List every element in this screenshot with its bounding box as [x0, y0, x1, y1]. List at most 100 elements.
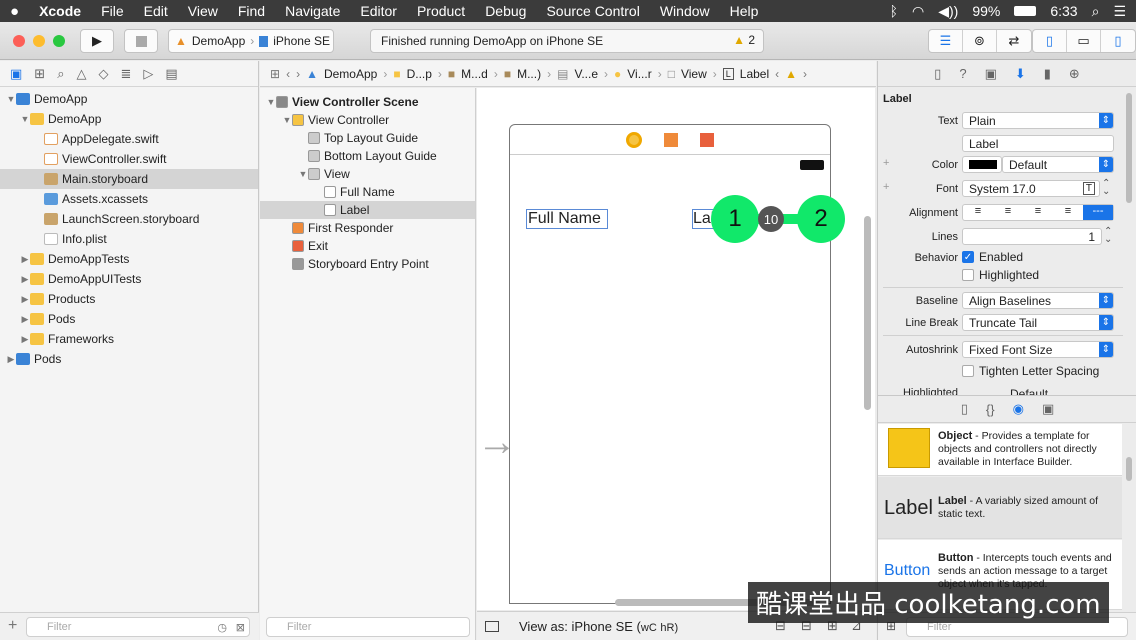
file-template-library-icon[interactable]: ▯ [961, 401, 968, 417]
exit-dock-icon[interactable] [700, 132, 714, 147]
version-editor-icon[interactable]: ⇄ [997, 30, 1031, 52]
file-tree-item[interactable]: ▶ Frameworks [0, 329, 258, 349]
quick-help-icon[interactable]: ? [959, 66, 966, 81]
breakpoint-navigator-icon[interactable]: ▷ [143, 66, 153, 82]
interface-builder-canvas[interactable]: Full Name Label 1 10 2 [477, 88, 875, 610]
project-navigator-icon[interactable]: ▣ [10, 66, 22, 82]
related-items-icon[interactable]: ⊞ [270, 67, 280, 81]
color-swatch[interactable] [962, 156, 1002, 173]
disclosure-closed-icon[interactable]: ▶ [6, 354, 16, 365]
close-window-button[interactable] [13, 35, 25, 47]
zoom-window-button[interactable] [53, 35, 65, 47]
clock-icon[interactable]: ◷ [217, 621, 227, 634]
disclosure-open-icon[interactable]: ▼ [266, 97, 276, 107]
disclosure-closed-icon[interactable]: ▶ [20, 314, 30, 325]
assistant-editor-icon[interactable]: ⊚ [963, 30, 997, 52]
file-inspector-icon[interactable]: ▯ [934, 66, 941, 82]
tighten-spacing-checkbox[interactable] [962, 365, 974, 377]
autoshrink-popup[interactable]: Fixed Font Size [962, 341, 1114, 358]
add-icon[interactable]: + [8, 617, 17, 635]
jump-item-view[interactable]: View [681, 67, 707, 81]
menu-editor[interactable]: Editor [350, 3, 407, 19]
file-tree-item[interactable]: ▶ Pods [0, 309, 258, 329]
font-picker-icon[interactable]: T [1082, 182, 1095, 195]
jump-item-folder[interactable]: D...p [407, 67, 432, 81]
issue-forward-icon[interactable]: › [803, 67, 807, 81]
file-tree-item[interactable]: ViewController.swift [0, 149, 258, 169]
size-inspector-icon[interactable]: ▮ [1044, 66, 1051, 82]
first-responder-dock-icon[interactable] [664, 132, 678, 147]
stop-button[interactable] [124, 29, 158, 53]
menu-window[interactable]: Window [650, 3, 720, 19]
find-navigator-icon[interactable]: ⌕ [57, 66, 64, 82]
outline-item[interactable]: Full Name [260, 183, 475, 201]
storyboard-entry-arrow[interactable]: → [477, 420, 517, 465]
jump-item-project[interactable]: DemoApp [324, 67, 377, 81]
disclosure-closed-icon[interactable]: ▶ [20, 254, 30, 265]
volume-icon[interactable]: ◀)) [938, 3, 958, 20]
font-field[interactable]: System 17.0 T [962, 180, 1100, 197]
editor-mode-control[interactable]: ☰ ⊚ ⇄ [928, 29, 1032, 53]
wifi-icon[interactable]: ◠ [912, 3, 924, 20]
library-scrollbar[interactable] [1126, 457, 1132, 481]
file-tree-item[interactable]: ▼ DemoApp [0, 109, 258, 129]
scheme-selector[interactable]: ▲ DemoApp › iPhone SE [168, 29, 334, 53]
full-name-label[interactable]: Full Name [526, 209, 608, 229]
disclosure-closed-icon[interactable]: ▶ [20, 294, 30, 305]
debug-navigator-icon[interactable]: ≣ [120, 66, 131, 82]
jump-item-scene[interactable]: V...e [574, 67, 598, 81]
spotlight-icon[interactable]: ⌕ [1092, 3, 1100, 20]
outline-item[interactable]: Bottom Layout Guide [260, 147, 475, 165]
align-justify-icon[interactable]: ≡ [1053, 205, 1083, 220]
align-center-icon[interactable]: ≡ [993, 205, 1023, 220]
clock[interactable]: 6:33 [1050, 3, 1077, 19]
activity-view[interactable]: Finished running DemoApp on iPhone SE ▲ … [370, 29, 764, 53]
outline-item[interactable]: Label [260, 201, 475, 219]
color-popup[interactable]: Default [1002, 156, 1114, 173]
toggle-utilities-icon[interactable]: ▯ [1101, 30, 1135, 52]
menu-help[interactable]: Help [720, 3, 769, 19]
disclosure-open-icon[interactable]: ▼ [298, 169, 308, 179]
lines-stepper[interactable]: ⌃ ⌄ [1104, 227, 1112, 245]
library-item-label[interactable]: Label Label - A variably sized amount of… [878, 477, 1122, 539]
scm-filter-icon[interactable]: ⊠ [236, 621, 245, 634]
standard-editor-icon[interactable]: ☰ [929, 30, 963, 52]
menu-product[interactable]: Product [407, 3, 475, 19]
warning-indicator[interactable]: ▲ 2 [733, 33, 755, 47]
outline-item[interactable]: ▼ View [260, 165, 475, 183]
highlighted-checkbox[interactable] [962, 269, 974, 281]
menu-navigate[interactable]: Navigate [275, 3, 350, 19]
outline-item[interactable]: Exit [260, 237, 475, 255]
alignment-control[interactable]: ≡ ≡ ≡ ≡ --- [962, 204, 1114, 221]
file-tree-item[interactable]: Assets.xcassets [0, 189, 258, 209]
report-navigator-icon[interactable]: ▤ [165, 66, 177, 82]
menu-find[interactable]: Find [228, 3, 275, 19]
object-library-icon[interactable]: ◉ [1013, 401, 1024, 417]
file-tree-item[interactable]: ▶ Products [0, 289, 258, 309]
view-controller-dock-icon[interactable] [626, 131, 642, 148]
file-tree-item[interactable]: ▶ Pods [0, 349, 258, 369]
run-button[interactable]: ▶ [80, 29, 114, 53]
file-tree-item[interactable]: AppDelegate.swift [0, 129, 258, 149]
issue-back-icon[interactable]: ‹ [775, 67, 779, 81]
issue-warning-icon[interactable]: ▲ [785, 67, 797, 81]
font-size-stepper[interactable]: ⌃ ⌄ [1102, 179, 1110, 197]
media-library-icon[interactable]: ▣ [1042, 401, 1054, 417]
toggle-outline-icon[interactable] [485, 620, 499, 632]
outline-item[interactable]: Top Layout Guide [260, 129, 475, 147]
outline-item[interactable]: ▼ View Controller Scene [260, 93, 475, 111]
jump-item-base[interactable]: M...) [517, 67, 541, 81]
symbol-navigator-icon[interactable]: ⊞ [34, 66, 45, 82]
menu-edit[interactable]: Edit [134, 3, 178, 19]
file-tree-item[interactable]: Info.plist [0, 229, 258, 249]
forward-icon[interactable]: › [296, 67, 300, 81]
file-tree-item[interactable]: Main.storyboard [0, 169, 258, 189]
text-content-field[interactable]: Label [962, 135, 1114, 152]
outline-item[interactable]: ▼ View Controller [260, 111, 475, 129]
align-natural-icon[interactable]: --- [1083, 205, 1113, 220]
enabled-checkbox[interactable]: ✓ [962, 251, 974, 263]
connections-inspector-icon[interactable]: ⊕ [1069, 66, 1080, 82]
menu-view[interactable]: View [178, 3, 228, 19]
file-tree-item[interactable]: ▶ DemoAppTests [0, 249, 258, 269]
menu-debug[interactable]: Debug [475, 3, 536, 19]
